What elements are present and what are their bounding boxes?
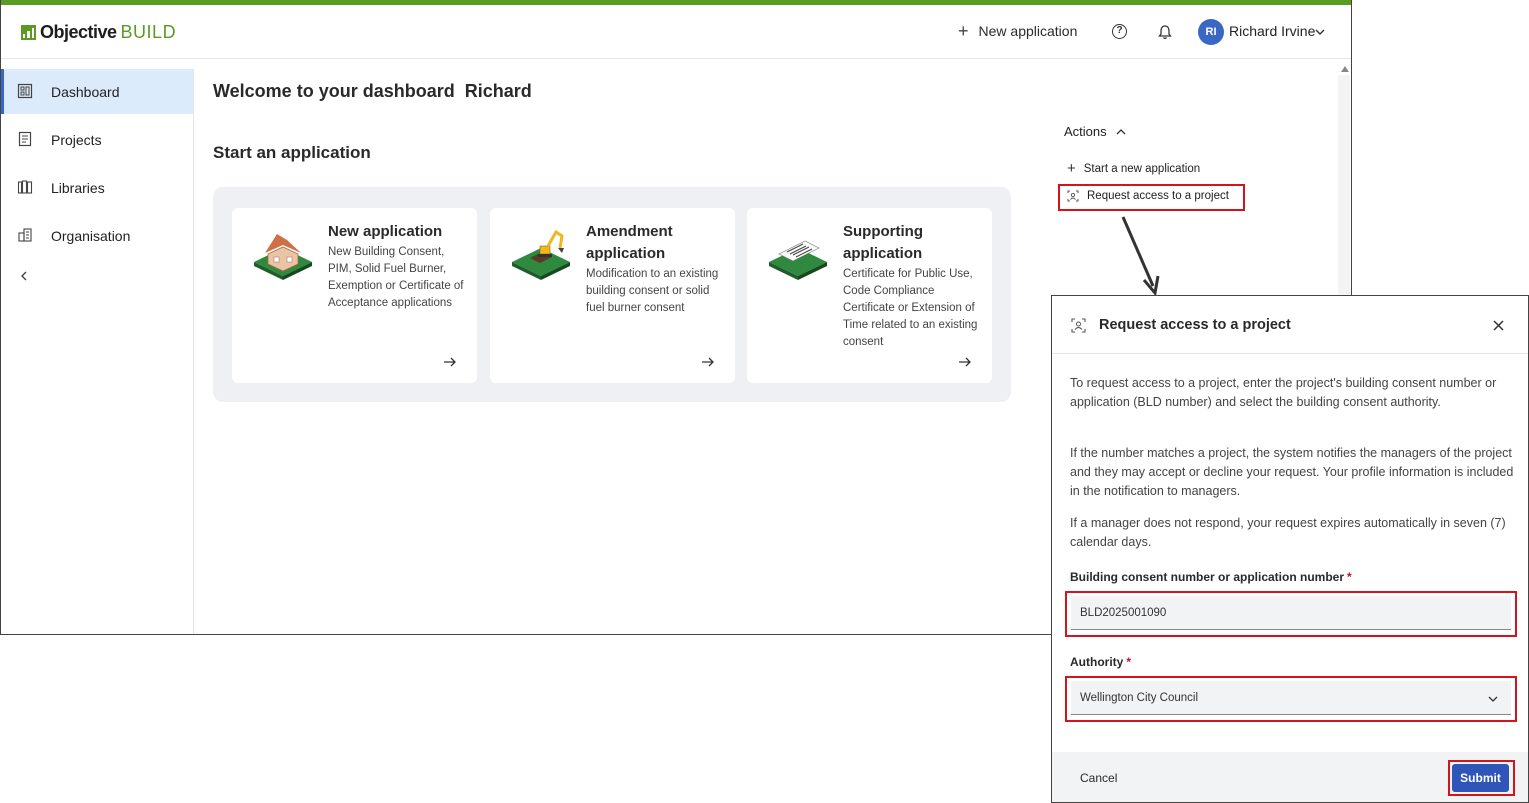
bell-icon[interactable] bbox=[1157, 24, 1173, 40]
chevron-down-icon[interactable] bbox=[1313, 25, 1327, 39]
organisation-icon bbox=[18, 228, 32, 242]
plus-icon: + bbox=[1067, 160, 1076, 177]
card-description: Modification to an existing building con… bbox=[586, 268, 719, 314]
header-new-application-button[interactable]: + New application bbox=[958, 22, 1077, 40]
header-new-application-label: New application bbox=[978, 23, 1078, 39]
card-supporting-application[interactable]: Supporting application Certificate for P… bbox=[747, 208, 992, 383]
sidebar-item-label: Projects bbox=[51, 131, 102, 148]
card-description: Certificate for Public Use, Code Complia… bbox=[843, 268, 978, 348]
action-label: Start a new application bbox=[1083, 162, 1201, 175]
modal-footer: Cancel Submit bbox=[1052, 752, 1528, 802]
card-description: New Building Consent, PIM, Solid Fuel Bu… bbox=[328, 246, 464, 309]
actions-toggle[interactable]: Actions bbox=[1064, 124, 1127, 139]
sidebar-item-label: Dashboard bbox=[51, 83, 120, 100]
application-cards: New application New Building Consent, PI… bbox=[213, 187, 1011, 402]
modal-header: Request access to a project bbox=[1052, 296, 1528, 354]
card-amendment-application[interactable]: Amendment application Modification to an… bbox=[490, 208, 735, 383]
modal-paragraph: To request access to a project, enter th… bbox=[1070, 376, 1497, 409]
request-access-icon bbox=[1071, 318, 1086, 333]
submit-highlight bbox=[1448, 760, 1515, 796]
action-start-new-application[interactable]: + Start a new application bbox=[1067, 161, 1200, 176]
close-icon[interactable] bbox=[1492, 319, 1505, 332]
projects-icon bbox=[18, 131, 32, 147]
modal-paragraph: If a manager does not respond, your requ… bbox=[1070, 516, 1506, 549]
consent-number-label-text: Building consent number or application n… bbox=[1070, 570, 1345, 584]
sidebar-item-label: Organisation bbox=[51, 227, 131, 244]
dashboard-icon bbox=[17, 83, 33, 99]
required-mark: * bbox=[1126, 655, 1131, 669]
actions-heading: Actions bbox=[1064, 124, 1107, 139]
sidebar-item-organisation[interactable]: Organisation bbox=[1, 213, 193, 258]
welcome-text: Welcome to your dashboard bbox=[213, 81, 455, 101]
question-circle-icon[interactable]: ? bbox=[1112, 24, 1127, 39]
request-access-modal: Request access to a project To request a… bbox=[1051, 295, 1529, 803]
user-name[interactable]: Richard Irvine bbox=[1229, 23, 1315, 39]
logo-text-build: BUILD bbox=[120, 22, 177, 42]
plus-icon: + bbox=[958, 21, 969, 41]
card-title: Supporting application bbox=[843, 223, 923, 262]
chevron-left-icon[interactable] bbox=[18, 270, 30, 282]
sidebar: Dashboard Projects Libraries Organisatio… bbox=[1, 69, 194, 634]
sidebar-item-label: Libraries bbox=[51, 179, 105, 196]
request-access-highlight bbox=[1058, 184, 1245, 211]
header: Objective BUILD + New application ? RI R… bbox=[1, 5, 1351, 59]
cancel-button[interactable]: Cancel bbox=[1080, 771, 1117, 785]
modal-paragraph: If the number matches a project, the sys… bbox=[1070, 446, 1514, 498]
authority-label: Authority * bbox=[1070, 655, 1131, 669]
house-illustration bbox=[254, 234, 312, 280]
consent-number-highlight bbox=[1065, 591, 1517, 637]
page-title: Welcome to your dashboard Richard bbox=[213, 81, 532, 102]
libraries-icon bbox=[17, 180, 33, 194]
scroll-up-icon[interactable] bbox=[1341, 66, 1349, 72]
authority-label-text: Authority bbox=[1070, 655, 1124, 669]
modal-title: Request access to a project bbox=[1099, 317, 1291, 333]
consent-number-label: Building consent number or application n… bbox=[1070, 570, 1352, 584]
sidebar-item-projects[interactable]: Projects bbox=[1, 117, 193, 162]
certificate-illustration bbox=[769, 240, 827, 280]
card-title: Amendment application bbox=[586, 223, 673, 262]
welcome-user-name: Richard bbox=[464, 81, 532, 101]
arrow-right-icon[interactable] bbox=[701, 355, 715, 369]
sidebar-item-libraries[interactable]: Libraries bbox=[1, 165, 193, 210]
logo-text-objective: Objective bbox=[40, 22, 117, 42]
arrow-right-icon[interactable] bbox=[958, 355, 972, 369]
authority-highlight bbox=[1065, 676, 1517, 722]
logo-mark-icon bbox=[21, 25, 36, 40]
card-new-application[interactable]: New application New Building Consent, PI… bbox=[232, 208, 477, 383]
section-title: Start an application bbox=[213, 143, 371, 162]
required-mark: * bbox=[1347, 570, 1352, 584]
logo[interactable]: Objective BUILD bbox=[21, 22, 176, 43]
arrow-right-icon[interactable] bbox=[443, 355, 457, 369]
card-title: New application bbox=[328, 223, 443, 240]
sidebar-item-dashboard[interactable]: Dashboard bbox=[1, 69, 193, 114]
chevron-up-icon bbox=[1116, 128, 1126, 134]
avatar[interactable]: RI bbox=[1198, 19, 1224, 45]
excavator-illustration bbox=[512, 229, 570, 280]
